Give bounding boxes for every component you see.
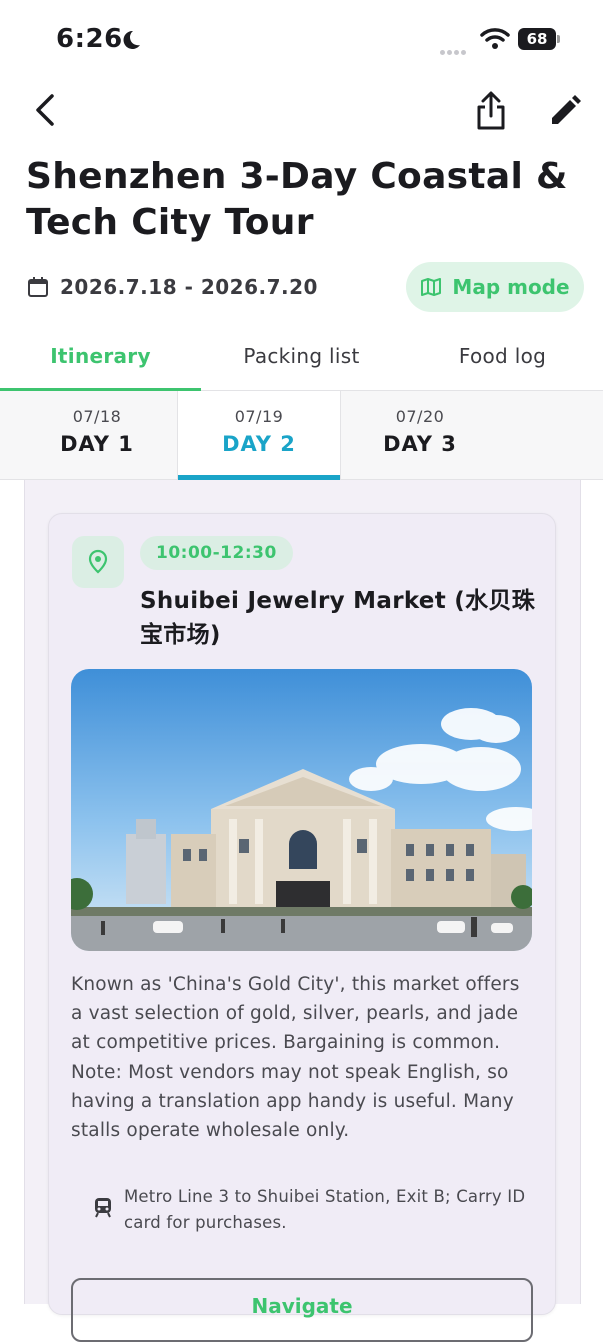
day-date: 07/20 (395, 407, 445, 426)
activity-time-badge: 10:00-12:30 (140, 536, 293, 570)
signal-icon (440, 40, 468, 59)
map-icon (421, 278, 442, 296)
tab-bar: Itinerary Packing list Food log (0, 334, 603, 392)
transit-info: Metro Line 3 to Shuibei Station, Exit B;… (92, 1184, 532, 1236)
navigate-button[interactable]: Navigate (71, 1278, 533, 1342)
day-label: DAY 2 (222, 432, 296, 456)
tab-itinerary[interactable]: Itinerary (0, 334, 201, 392)
day-tab-3[interactable]: 07/20 DAY 3 (339, 391, 501, 479)
location-marker (72, 536, 124, 588)
trip-date-range: 2026.7.18 - 2026.7.20 (26, 272, 318, 302)
day-date: 07/19 (234, 407, 284, 426)
navigate-label: Navigate (251, 1294, 353, 1318)
map-mode-button[interactable]: Map mode (406, 262, 584, 312)
day-date: 07/18 (72, 407, 122, 426)
share-icon[interactable] (474, 90, 508, 132)
activity-title: Shuibei Jewelry Market (水贝珠宝市场) (140, 588, 536, 648)
back-icon[interactable] (28, 90, 62, 130)
activity-description: Known as 'China's Gold City', this marke… (71, 974, 520, 1142)
place-photo (71, 669, 532, 951)
status-bar: 6:26 68 (0, 0, 603, 80)
day-selector: 07/18 DAY 1 07/19 DAY 2 07/20 DAY 3 (0, 391, 603, 480)
tab-packing-list[interactable]: Packing list (201, 334, 402, 390)
tab-food-log[interactable]: Food log (402, 334, 603, 390)
day-tab-2[interactable]: 07/19 DAY 2 (177, 391, 341, 480)
moon-icon (123, 30, 140, 49)
day-tab-1[interactable]: 07/18 DAY 1 (16, 391, 178, 479)
day-label: DAY 1 (60, 432, 134, 456)
map-mode-label: Map mode (452, 275, 570, 299)
transit-text: Metro Line 3 to Shuibei Station, Exit B;… (124, 1187, 526, 1232)
edit-icon[interactable] (546, 92, 584, 130)
battery-icon: 68 (518, 28, 556, 50)
train-icon (95, 1198, 111, 1218)
calendar-icon (28, 277, 48, 297)
location-pin-icon (88, 549, 108, 574)
date-range-text: 2026.7.18 - 2026.7.20 (60, 275, 318, 299)
wifi-icon (480, 28, 510, 49)
page-title: Shenzhen 3-Day Coastal & Tech City Tour (26, 156, 568, 243)
day-label: DAY 3 (383, 432, 457, 456)
status-time: 6:26 (56, 24, 123, 54)
